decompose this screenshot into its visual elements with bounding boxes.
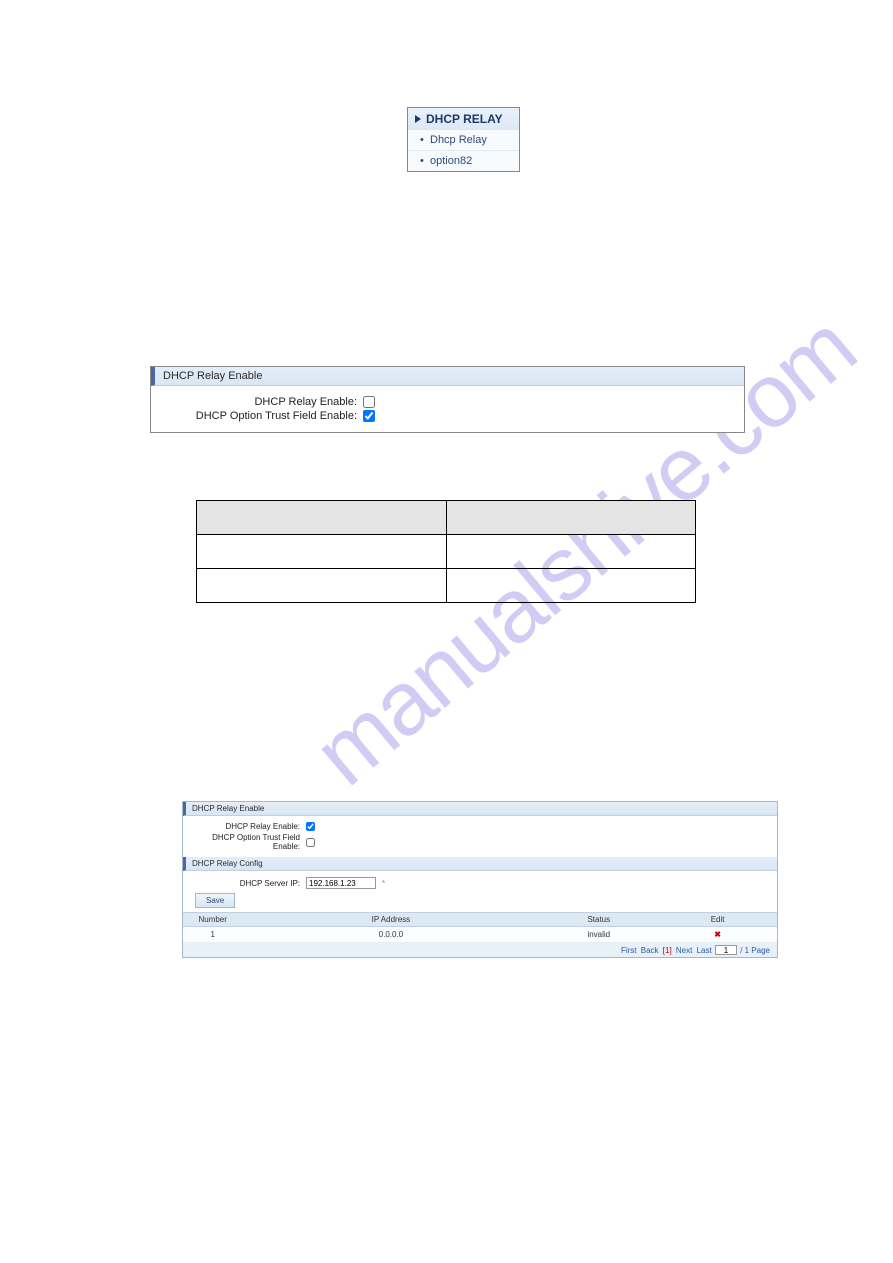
desc-table-header-2 <box>446 501 696 535</box>
row-relay-enable-2: DHCP Relay Enable: <box>191 822 769 831</box>
desc-table-cell <box>197 535 447 569</box>
row-trust-field: DHCP Option Trust Field Enable: <box>163 410 732 422</box>
panel2-enable-body: DHCP Relay Enable: DHCP Option Trust Fie… <box>183 816 777 857</box>
table-row: 1 0.0.0.0 invalid ✖ <box>183 927 777 943</box>
label-relay-enable: DHCP Relay Enable: <box>163 396 363 408</box>
th-number: Number <box>183 913 242 927</box>
checkbox-trust-field-2[interactable] <box>306 838 315 847</box>
menu-header[interactable]: DHCP RELAY <box>408 108 519 130</box>
pager-back[interactable]: Back <box>641 946 659 955</box>
th-status: Status <box>539 913 658 927</box>
section-header-relay-config: DHCP Relay Config <box>183 857 777 871</box>
pager-first[interactable]: First <box>621 946 637 955</box>
required-asterisk: * <box>382 879 385 888</box>
description-table <box>196 500 696 603</box>
delete-icon[interactable]: ✖ <box>714 930 721 939</box>
menu-title: DHCP RELAY <box>426 112 503 126</box>
pager: First Back [1] Next Last / 1 Page <box>183 943 777 957</box>
th-edit: Edit <box>658 913 777 927</box>
input-server-ip[interactable] <box>306 877 376 889</box>
dhcp-relay-config-panel: DHCP Relay Enable DHCP Relay Enable: DHC… <box>182 801 778 958</box>
checkbox-trust-field[interactable] <box>363 410 375 422</box>
cell-number: 1 <box>183 927 242 943</box>
menu-item-option82[interactable]: option82 <box>408 150 519 171</box>
desc-table-cell <box>446 535 696 569</box>
cell-edit: ✖ <box>658 927 777 943</box>
sidebar-menu: DHCP RELAY Dhcp Relay option82 <box>407 107 520 172</box>
label-trust-field: DHCP Option Trust Field Enable: <box>163 410 363 422</box>
th-ip: IP Address <box>242 913 539 927</box>
cell-status: invalid <box>539 927 658 943</box>
pager-last[interactable]: Last <box>697 946 712 955</box>
section-header-relay-enable: DHCP Relay Enable <box>151 367 744 386</box>
save-button[interactable]: Save <box>195 893 235 908</box>
checkbox-relay-enable[interactable] <box>363 396 375 408</box>
desc-table-cell <box>197 569 447 603</box>
pager-current: [1] <box>663 946 672 955</box>
server-table: Number IP Address Status Edit 1 0.0.0.0 … <box>183 912 777 943</box>
pager-page-input[interactable] <box>715 945 737 955</box>
label-trust-field-2: DHCP Option Trust Field Enable: <box>191 833 306 851</box>
row-trust-field-2: DHCP Option Trust Field Enable: <box>191 833 769 851</box>
panel2-config-body: DHCP Server IP: * Save <box>183 871 777 912</box>
label-server-ip: DHCP Server IP: <box>191 879 306 888</box>
cell-ip: 0.0.0.0 <box>242 927 539 943</box>
row-server-ip: DHCP Server IP: * <box>191 877 769 889</box>
pager-next[interactable]: Next <box>676 946 692 955</box>
triangle-right-icon <box>414 115 422 123</box>
pager-total: / 1 Page <box>740 946 770 955</box>
label-relay-enable-2: DHCP Relay Enable: <box>191 822 306 831</box>
checkbox-relay-enable-2[interactable] <box>306 822 315 831</box>
dhcp-relay-enable-panel: DHCP Relay Enable DHCP Relay Enable: DHC… <box>150 366 745 433</box>
menu-item-dhcp-relay[interactable]: Dhcp Relay <box>408 130 519 150</box>
row-relay-enable: DHCP Relay Enable: <box>163 396 732 408</box>
desc-table-cell <box>446 569 696 603</box>
panel1-body: DHCP Relay Enable: DHCP Option Trust Fie… <box>151 386 744 432</box>
desc-table-header-1 <box>197 501 447 535</box>
section-header-relay-enable-2: DHCP Relay Enable <box>183 802 777 816</box>
